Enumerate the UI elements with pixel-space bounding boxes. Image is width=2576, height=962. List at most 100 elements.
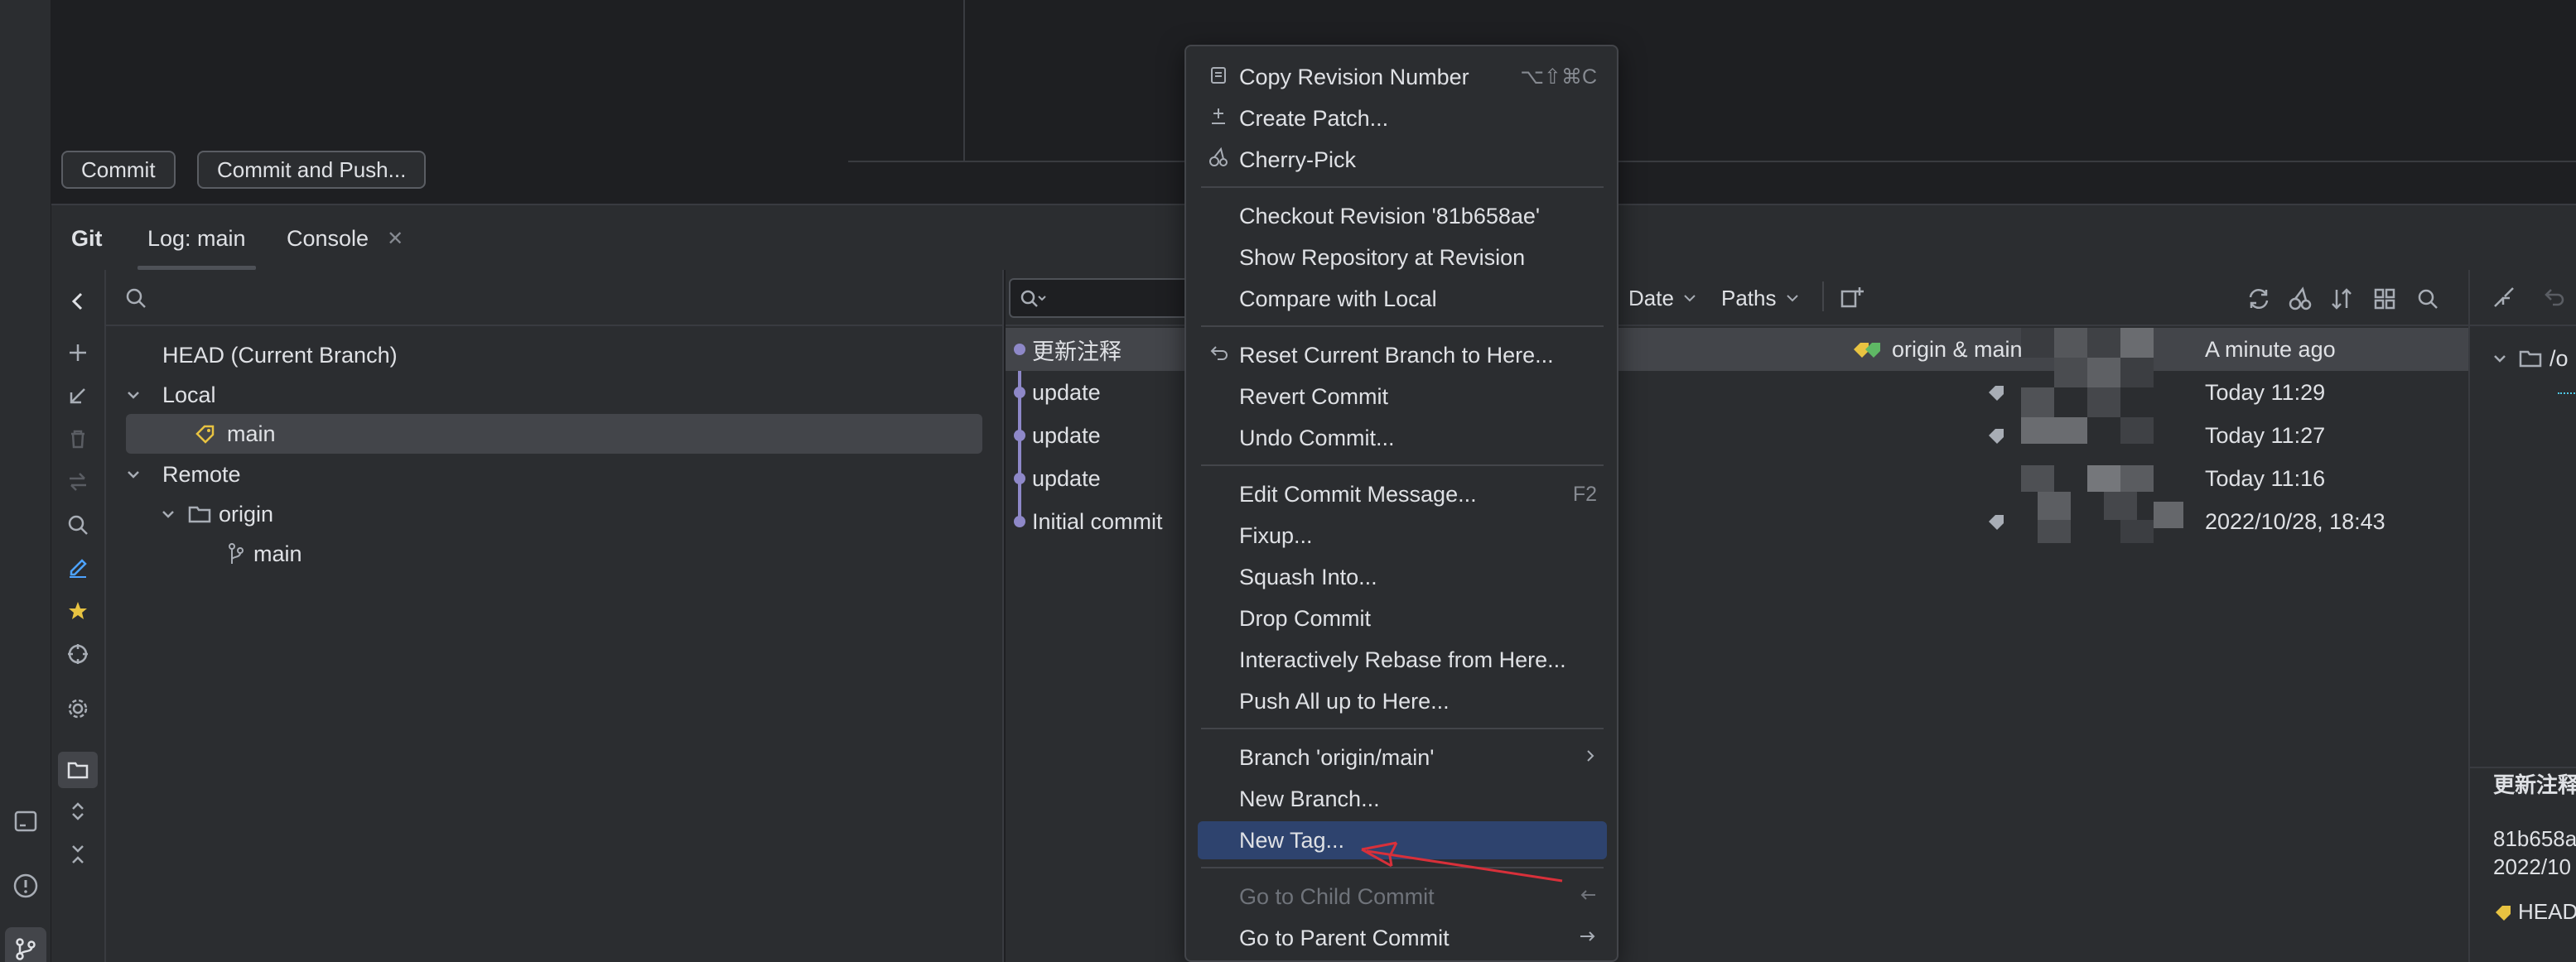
branch-origin-main[interactable]: main bbox=[225, 535, 302, 573]
paths-filter[interactable]: Paths bbox=[1721, 283, 1800, 313]
remote-origin[interactable]: origin bbox=[159, 495, 273, 533]
edit-icon[interactable] bbox=[66, 556, 89, 585]
menu-item-show-repository[interactable]: Show Repository at Revision bbox=[1198, 238, 1607, 277]
menu-item-push-all[interactable]: Push All up to Here... bbox=[1198, 682, 1607, 720]
tag-icon bbox=[2496, 905, 2511, 921]
chevron-down-icon[interactable] bbox=[124, 465, 142, 483]
menu-item-squash[interactable]: Squash Into... bbox=[1198, 558, 1607, 596]
commit-ref: HEAD bbox=[2493, 899, 2576, 925]
menu-item-undo-commit[interactable]: Undo Commit... bbox=[1198, 419, 1607, 457]
date-filter[interactable]: Date bbox=[1628, 283, 1697, 313]
splitter[interactable] bbox=[963, 0, 965, 161]
tag-icon bbox=[1989, 386, 2004, 401]
expand-all-icon[interactable] bbox=[66, 800, 89, 829]
menu-label: New Tag... bbox=[1239, 827, 1345, 853]
collapse-panel-icon[interactable] bbox=[66, 290, 89, 313]
menu-separator bbox=[1201, 186, 1604, 188]
tag-icon bbox=[1989, 515, 2004, 530]
branches-panel: HEAD (Current Branch) Local main Remote … bbox=[106, 270, 1004, 962]
annotation-arrow bbox=[1361, 841, 1563, 883]
menu-label: Compare with Local bbox=[1239, 286, 1437, 311]
menu-item-checkout-revision[interactable]: Checkout Revision '81b658ae' bbox=[1198, 197, 1607, 235]
menu-label: Reset Current Branch to Here... bbox=[1239, 342, 1554, 368]
menu-item-create-patch[interactable]: Create Patch... bbox=[1198, 99, 1607, 137]
search-icon[interactable] bbox=[2415, 286, 2440, 317]
navigate-icon[interactable] bbox=[66, 642, 89, 671]
branch-head[interactable]: HEAD (Current Branch) bbox=[162, 336, 398, 374]
tree-label: HEAD (Current Branch) bbox=[162, 342, 398, 368]
menu-item-revert-commit[interactable]: Revert Commit bbox=[1198, 378, 1607, 416]
commit-button[interactable]: Commit bbox=[61, 151, 176, 189]
branches-toolbar bbox=[51, 270, 106, 962]
refresh-icon[interactable] bbox=[2246, 286, 2271, 317]
commit-message: update bbox=[1032, 465, 1101, 491]
tab-console[interactable]: Console ✕ bbox=[287, 205, 403, 272]
commit-and-push-button[interactable]: Commit and Push... bbox=[197, 151, 427, 189]
menu-item-compare-local[interactable]: Compare with Local bbox=[1198, 280, 1607, 318]
tree-label: main bbox=[227, 421, 276, 446]
tree-label: Remote bbox=[162, 461, 241, 487]
reset-icon bbox=[1208, 343, 1229, 368]
problems-icon[interactable] bbox=[0, 864, 51, 907]
menu-item-copy-revision[interactable]: Copy Revision Number ⌥⇧⌘C bbox=[1198, 58, 1607, 96]
menu-item-fixup[interactable]: Fixup... bbox=[1198, 517, 1607, 555]
new-tab-icon[interactable] bbox=[1839, 285, 1865, 315]
search-history-icon[interactable] bbox=[1019, 288, 1047, 310]
menu-item-reset-branch[interactable]: Reset Current Branch to Here... bbox=[1198, 336, 1607, 374]
git-tool-icon[interactable] bbox=[5, 927, 46, 962]
favorite-star-icon[interactable] bbox=[66, 599, 89, 628]
branch-search-input[interactable] bbox=[106, 270, 1002, 326]
group-by-directory-icon[interactable] bbox=[58, 752, 98, 788]
changed-path-row[interactable]: /o bbox=[2492, 339, 2569, 378]
menu-label: Create Patch... bbox=[1239, 105, 1389, 131]
collapse-all-icon[interactable] bbox=[66, 843, 89, 872]
tree-label: origin bbox=[219, 501, 274, 527]
arrow-right-icon bbox=[1579, 926, 1597, 950]
update-selected-icon[interactable] bbox=[66, 384, 89, 413]
collapse-icon[interactable] bbox=[2492, 285, 2516, 310]
path-label: /o bbox=[2549, 345, 2569, 371]
tab-log-main[interactable]: Log: main bbox=[137, 205, 256, 272]
menu-label: Undo Commit... bbox=[1239, 425, 1395, 450]
chevron-down-icon bbox=[1684, 295, 1696, 302]
settings-gear-icon[interactable] bbox=[66, 697, 89, 726]
chevron-right-icon bbox=[1584, 746, 1597, 770]
branch-local-main[interactable]: main bbox=[126, 414, 982, 454]
branch-group-remote[interactable]: Remote bbox=[124, 455, 241, 493]
terminal-icon[interactable] bbox=[0, 800, 51, 843]
menu-item-cherry-pick[interactable]: Cherry-Pick bbox=[1198, 141, 1607, 179]
close-icon[interactable]: ✕ bbox=[387, 227, 403, 251]
filter-label: Date bbox=[1628, 285, 1674, 310]
menu-item-edit-message[interactable]: Edit Commit Message... F2 bbox=[1198, 475, 1607, 513]
menu-item-drop-commit[interactable]: Drop Commit bbox=[1198, 599, 1607, 637]
menu-label: Fixup... bbox=[1239, 522, 1313, 548]
chevron-down-icon[interactable] bbox=[2492, 350, 2508, 367]
add-icon[interactable] bbox=[66, 341, 89, 370]
compare-icon[interactable] bbox=[66, 470, 89, 499]
menu-item-go-parent[interactable]: Go to Parent Commit bbox=[1198, 919, 1607, 957]
menu-item-interactive-rebase[interactable]: Interactively Rebase from Here... bbox=[1198, 641, 1607, 679]
cherry-pick-icon bbox=[1208, 147, 1229, 174]
details-toolbar bbox=[2470, 270, 2576, 326]
file-indicator bbox=[2558, 392, 2576, 397]
chevron-down-icon[interactable] bbox=[159, 505, 177, 523]
revert-icon[interactable] bbox=[2541, 285, 2566, 310]
search-icon[interactable] bbox=[66, 513, 89, 542]
left-tool-strip bbox=[0, 0, 51, 962]
menu-separator bbox=[1201, 464, 1604, 466]
menu-label: Drop Commit bbox=[1239, 605, 1372, 631]
commit-details-panel: /o 更新注释 81b658a 2022/10 HEAD bbox=[2468, 270, 2576, 962]
redacted-author-column bbox=[2021, 328, 2187, 543]
branch-group-local[interactable]: Local bbox=[124, 376, 216, 414]
cherry-pick-icon[interactable] bbox=[2288, 286, 2313, 317]
layout-icon[interactable] bbox=[2372, 286, 2397, 317]
sort-icon[interactable] bbox=[2329, 286, 2354, 317]
menu-item-new-branch[interactable]: New Branch... bbox=[1198, 780, 1607, 818]
menu-separator bbox=[1201, 728, 1604, 729]
menu-item-branch-submenu[interactable]: Branch 'origin/main' bbox=[1198, 738, 1607, 777]
tag-icon bbox=[195, 425, 215, 444]
folder-icon bbox=[2519, 350, 2542, 368]
log-search-input[interactable] bbox=[1009, 278, 1191, 318]
delete-icon[interactable] bbox=[66, 427, 89, 456]
chevron-down-icon[interactable] bbox=[124, 386, 142, 404]
